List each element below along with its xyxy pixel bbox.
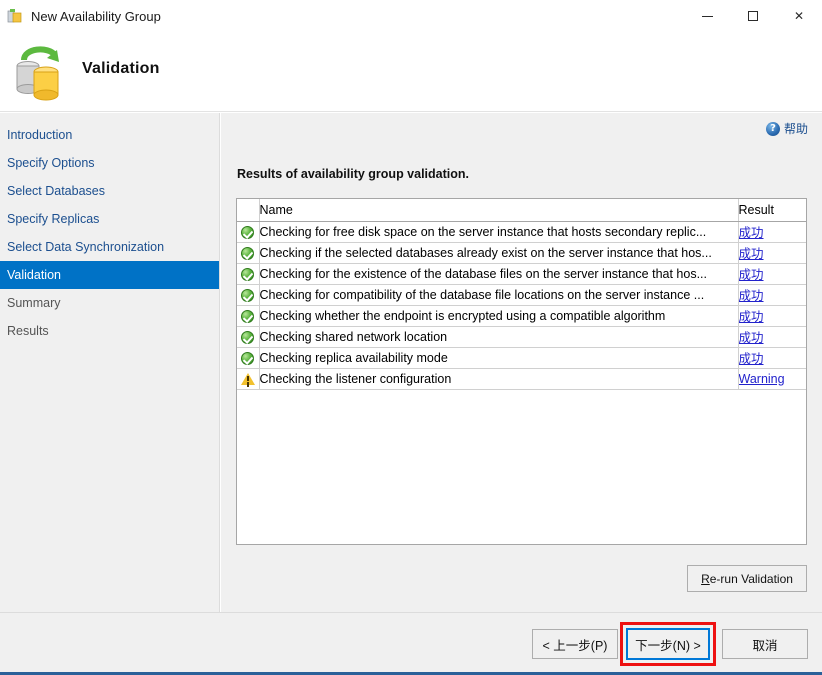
help-label: 帮助	[784, 120, 808, 137]
status-cell	[237, 221, 259, 242]
table-row[interactable]: Checking for free disk space on the serv…	[237, 221, 806, 242]
minimize-icon	[702, 16, 713, 17]
wizard-steps-sidebar: Introduction Specify Options Select Data…	[0, 113, 220, 612]
table-row[interactable]: Checking if the selected databases alrea…	[237, 242, 806, 263]
success-icon	[241, 310, 254, 323]
check-name: Checking for the existence of the databa…	[259, 263, 738, 284]
status-cell	[237, 368, 259, 389]
status-cell	[237, 347, 259, 368]
check-name: Checking replica availability mode	[259, 347, 738, 368]
result-cell[interactable]: 成功	[738, 347, 806, 368]
check-name: Checking whether the endpoint is encrypt…	[259, 305, 738, 326]
next-button[interactable]: 下一步(N) >	[626, 628, 710, 660]
rerun-label: e-run Validation	[710, 572, 793, 586]
column-header-result: Result	[738, 199, 806, 221]
result-link[interactable]: Warning	[739, 372, 785, 386]
status-cell	[237, 263, 259, 284]
page-header: Validation	[0, 32, 822, 112]
maximize-button[interactable]	[730, 0, 776, 32]
close-button[interactable]: ✕	[776, 0, 822, 32]
help-icon: ?	[766, 122, 780, 136]
result-cell[interactable]: 成功	[738, 263, 806, 284]
sidebar-item-select-data-synchronization[interactable]: Select Data Synchronization	[0, 233, 219, 261]
title-bar: New Availability Group ✕	[0, 0, 822, 32]
window-title: New Availability Group	[31, 9, 161, 24]
new-availability-group-window: New Availability Group ✕	[0, 0, 822, 675]
sidebar-item-results[interactable]: Results	[0, 317, 219, 345]
success-icon	[241, 247, 254, 260]
result-link[interactable]: 成功	[739, 331, 764, 345]
previous-button[interactable]: < 上一步(P)	[532, 629, 618, 659]
page-title: Validation	[82, 60, 160, 78]
status-cell	[237, 326, 259, 347]
warning-icon	[241, 373, 255, 385]
result-cell[interactable]: 成功	[738, 221, 806, 242]
sidebar-item-specify-replicas[interactable]: Specify Replicas	[0, 205, 219, 233]
check-name: Checking for free disk space on the serv…	[259, 221, 738, 242]
table-row[interactable]: Checking for compatibility of the databa…	[237, 284, 806, 305]
table-row[interactable]: Checking the listener configuration Warn…	[237, 368, 806, 389]
re-run-validation-button[interactable]: Re-run Validation	[687, 565, 807, 592]
validation-results-grid[interactable]: Name Result Checking for free disk space…	[236, 198, 807, 545]
check-name: Checking the listener configuration	[259, 368, 738, 389]
sidebar-item-summary[interactable]: Summary	[0, 289, 219, 317]
sidebar-item-introduction[interactable]: Introduction	[0, 121, 219, 149]
success-icon	[241, 331, 254, 344]
result-link[interactable]: 成功	[739, 352, 764, 366]
result-link[interactable]: 成功	[739, 289, 764, 303]
result-cell[interactable]: 成功	[738, 284, 806, 305]
sidebar-item-specify-options[interactable]: Specify Options	[0, 149, 219, 177]
cancel-button[interactable]: 取消	[722, 629, 808, 659]
result-cell[interactable]: Warning	[738, 368, 806, 389]
table-row[interactable]: Checking replica availability mode 成功	[237, 347, 806, 368]
status-cell	[237, 284, 259, 305]
result-cell[interactable]: 成功	[738, 305, 806, 326]
grid-header-row: Name Result	[237, 199, 806, 221]
check-name: Checking if the selected databases alrea…	[259, 242, 738, 263]
help-link[interactable]: ? 帮助	[766, 120, 808, 137]
result-link[interactable]: 成功	[739, 310, 764, 324]
column-header-status	[237, 199, 259, 221]
sidebar-item-validation[interactable]: Validation	[0, 261, 219, 289]
check-name: Checking shared network location	[259, 326, 738, 347]
status-cell	[237, 242, 259, 263]
database-sync-icon	[10, 38, 68, 102]
result-cell[interactable]: 成功	[738, 326, 806, 347]
content-panel: ? 帮助 Results of availability group valid…	[221, 113, 822, 612]
success-icon	[241, 226, 254, 239]
availability-group-icon	[6, 7, 24, 25]
sidebar-item-select-databases[interactable]: Select Databases	[0, 177, 219, 205]
status-cell	[237, 305, 259, 326]
table-row[interactable]: Checking shared network location 成功	[237, 326, 806, 347]
success-icon	[241, 268, 254, 281]
success-icon	[241, 289, 254, 302]
window-controls: ✕	[684, 0, 822, 32]
result-cell[interactable]: 成功	[738, 242, 806, 263]
result-link[interactable]: 成功	[739, 226, 764, 240]
result-link[interactable]: 成功	[739, 247, 764, 261]
table-row[interactable]: Checking whether the endpoint is encrypt…	[237, 305, 806, 326]
table-row[interactable]: Checking for the existence of the databa…	[237, 263, 806, 284]
footer-left-spacer	[0, 612, 221, 672]
maximize-icon	[748, 11, 758, 21]
column-header-name: Name	[259, 199, 738, 221]
success-icon	[241, 352, 254, 365]
results-caption: Results of availability group validation…	[237, 167, 469, 181]
close-icon: ✕	[794, 10, 804, 22]
minimize-button[interactable]	[684, 0, 730, 32]
check-name: Checking for compatibility of the databa…	[259, 284, 738, 305]
result-link[interactable]: 成功	[739, 268, 764, 282]
rerun-accelerator: R	[701, 572, 710, 586]
